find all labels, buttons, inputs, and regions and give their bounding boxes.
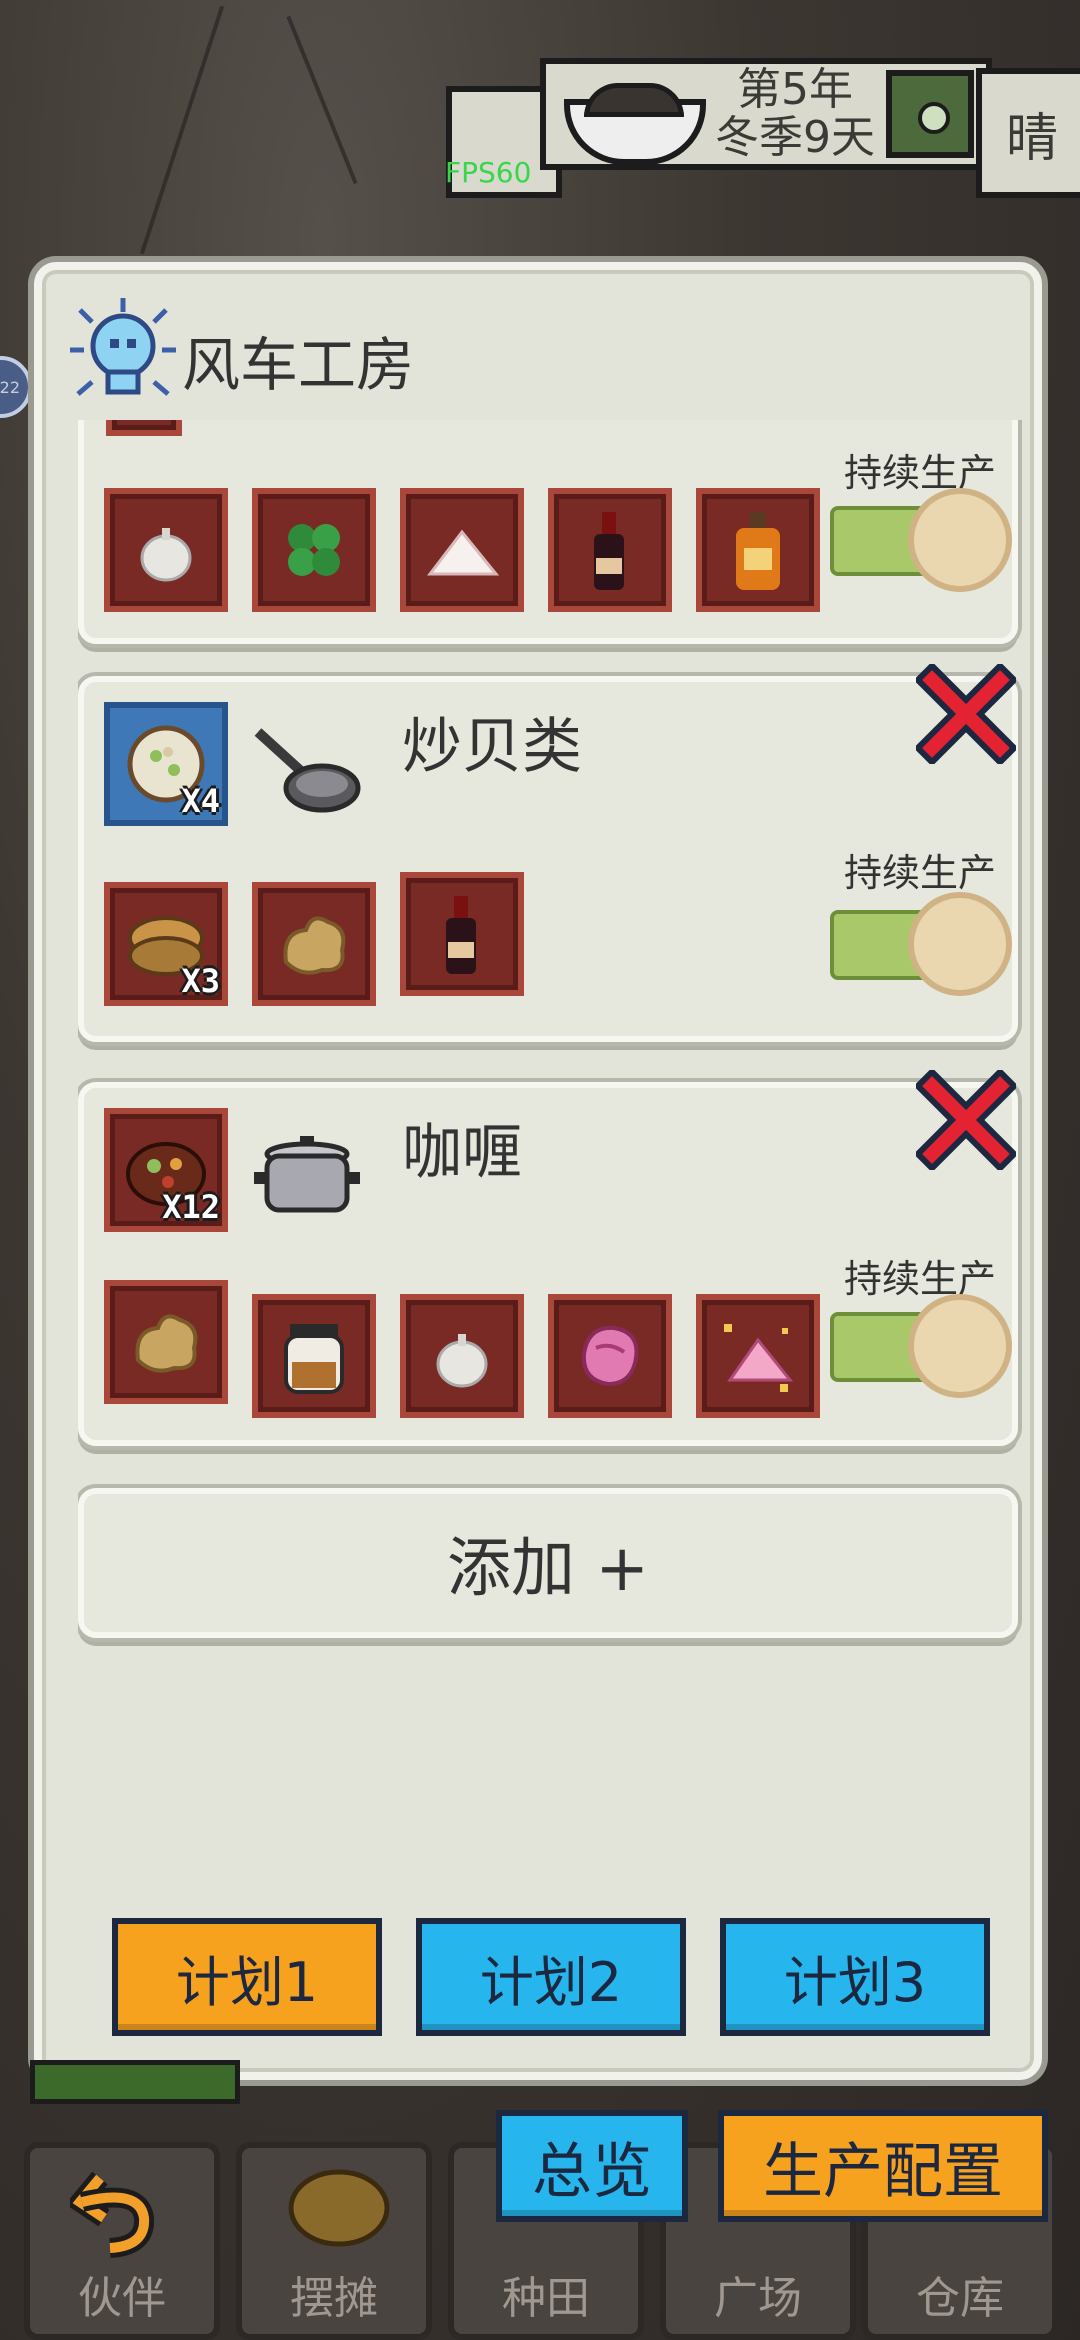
season-day-label: 冬季9天 — [715, 112, 875, 163]
ingredient-slot[interactable] — [400, 488, 524, 612]
plan-2-button[interactable]: 计划2 — [416, 1918, 686, 2036]
workshop-panel: 风车工房 持续生产 X4 炒贝类 持续生产 X3 X12 咖喱 持续生产 添加 … — [34, 262, 1042, 2080]
recipe-name: 咖喱 — [402, 1118, 522, 1188]
continue-production-toggle[interactable] — [830, 1294, 1012, 1398]
continue-production-toggle[interactable] — [830, 488, 1012, 592]
output-slot[interactable]: X4 — [104, 702, 228, 826]
frying-pan-icon — [254, 728, 361, 813]
delete-recipe-icon[interactable] — [916, 1070, 1016, 1170]
undo-arrow-icon — [70, 2171, 155, 2258]
noodle-bowl-icon — [554, 69, 706, 165]
nav-label: 种田 — [502, 2273, 590, 2324]
wine-bottle-icon — [594, 512, 624, 590]
ingredient-quantity: X3 — [181, 962, 220, 1000]
date-display: 第5年 冬季9天 — [540, 58, 992, 170]
recipe-name: 炒贝类 — [402, 712, 582, 782]
plan-1-button[interactable]: 计划1 — [112, 1918, 382, 2036]
nav-item-partner[interactable]: 伙伴 — [24, 2142, 220, 2340]
ginger-icon — [135, 1314, 198, 1373]
toggle-knob — [908, 488, 1012, 592]
recipe-card: X12 咖喱 持续生产 — [78, 1070, 1018, 1446]
cooking-pot-icon — [254, 1136, 360, 1213]
stall-icon — [288, 2169, 390, 2247]
ingredient-slot[interactable] — [696, 488, 820, 612]
ingredient-slot[interactable] — [400, 872, 524, 996]
ginger-icon — [283, 916, 346, 975]
toggle-knob — [908, 1294, 1012, 1398]
ingredient-slot[interactable] — [252, 882, 376, 1006]
ingredient-slot[interactable] — [400, 1294, 524, 1418]
ingredient-slot[interactable] — [548, 488, 672, 612]
side-badge-count: 22 — [0, 377, 20, 397]
plan-selector: 计划1 计划2 计划3 — [112, 1918, 992, 2038]
delete-recipe-icon[interactable] — [916, 664, 1016, 764]
weather-display: 晴 — [976, 68, 1080, 198]
sparkling-salt-icon — [724, 1324, 794, 1392]
output-quantity: X12 — [162, 1188, 220, 1226]
output-slot[interactable]: X12 — [104, 1108, 228, 1232]
lightbulb-skull-icon — [70, 298, 176, 396]
toggle-knob — [908, 892, 1012, 996]
fps-counter: FPS60 — [445, 156, 532, 189]
recipe-list[interactable]: 持续生产 X4 炒贝类 持续生产 X3 X12 咖喱 持续生产 添加 + — [78, 420, 1058, 1940]
overview-button[interactable]: 总览 — [496, 2110, 688, 2222]
recipe-card: 持续生产 — [78, 420, 1018, 644]
production-config-button[interactable]: 生产配置 — [718, 2110, 1048, 2222]
jar-icon — [284, 1324, 344, 1394]
output-quantity: X4 — [181, 782, 220, 820]
plan-3-button[interactable]: 计划3 — [720, 1918, 990, 2036]
nav-label: 伙伴 — [78, 2273, 166, 2324]
recipe-card: X4 炒贝类 持续生产 X3 — [78, 664, 1018, 1042]
ingredient-slot[interactable] — [696, 1294, 820, 1418]
nav-label: 仓库 — [916, 2273, 1004, 2324]
garlic-icon — [436, 1334, 488, 1388]
nav-label: 广场 — [714, 2273, 802, 2324]
ingredient-slot[interactable] — [548, 1294, 672, 1418]
year-label: 第5年 — [737, 64, 853, 115]
clover-icon — [288, 524, 340, 576]
ingredient-slot[interactable] — [104, 488, 228, 612]
nav-label: 摆摊 — [290, 2273, 378, 2324]
garlic-icon — [140, 528, 192, 582]
date-text: 第5年 冬季9天 — [704, 66, 886, 162]
ingredient-slot[interactable] — [252, 1294, 376, 1418]
output-slot[interactable] — [106, 420, 182, 436]
continue-production-label: 持续生产 — [843, 851, 996, 895]
meat-icon — [581, 1325, 639, 1387]
weather-label: 晴 — [1006, 108, 1059, 169]
background-crack — [139, 5, 225, 255]
status-bar — [30, 2060, 240, 2104]
wine-bottle-icon — [446, 896, 476, 974]
add-recipe-button[interactable]: 添加 + — [78, 1488, 1018, 1638]
ingredient-slot[interactable] — [252, 488, 376, 612]
background-crack — [286, 15, 358, 185]
panel-title: 风车工房 — [182, 331, 415, 399]
ingredient-slot[interactable] — [104, 1280, 228, 1404]
ingredient-slot[interactable]: X3 — [104, 882, 228, 1006]
clock-icon[interactable] — [886, 70, 974, 158]
nav-item-stall[interactable]: 摆摊 — [236, 2142, 432, 2340]
continue-production-toggle[interactable] — [830, 892, 1012, 996]
salt-icon — [426, 529, 500, 576]
liquor-bottle-icon — [736, 512, 780, 590]
